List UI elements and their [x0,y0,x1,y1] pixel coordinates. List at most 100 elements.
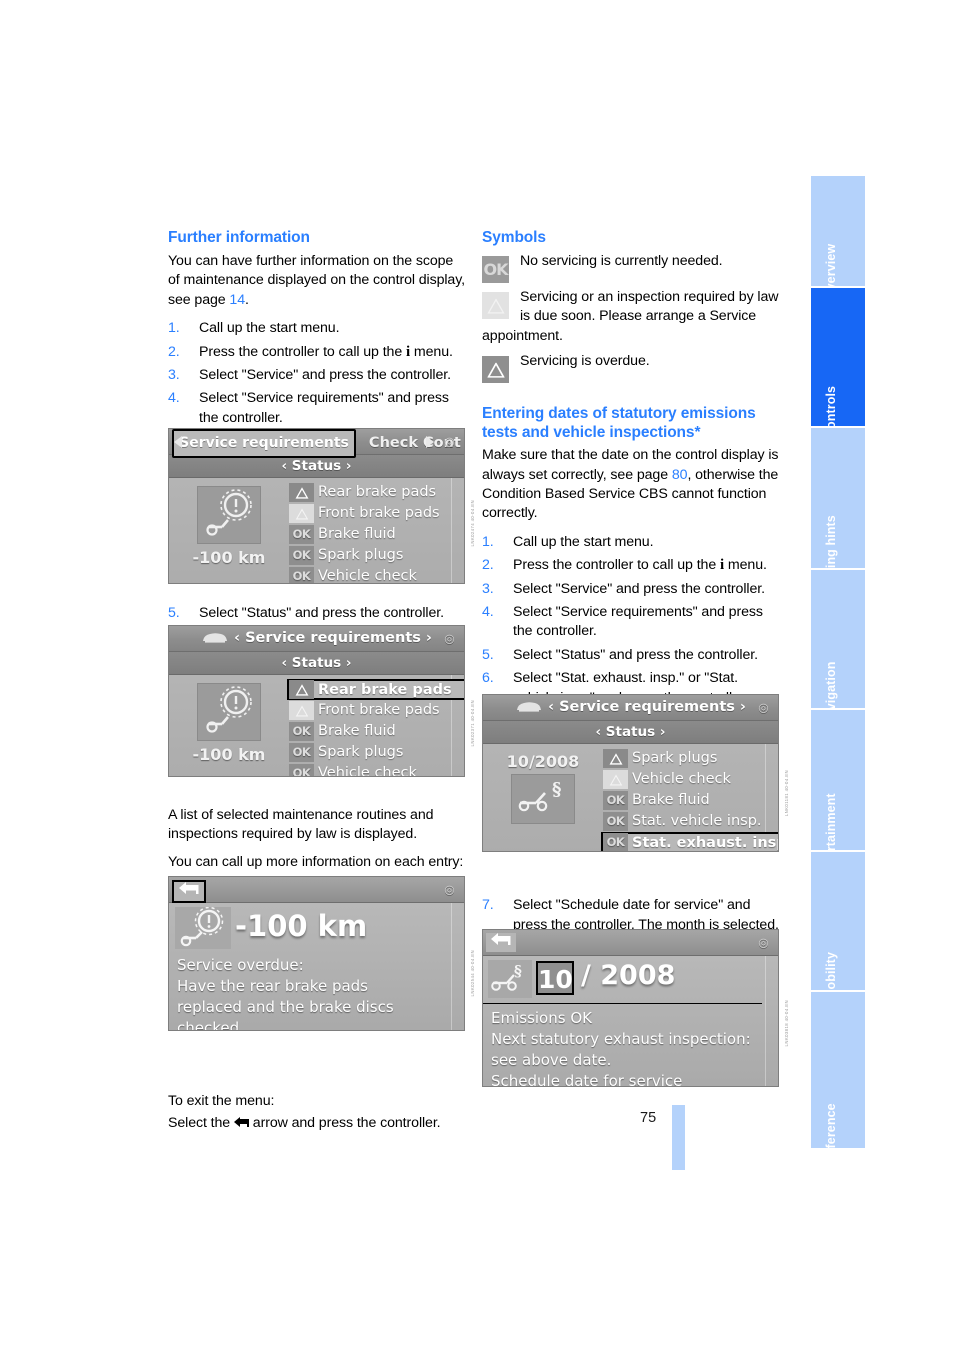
warning-triangle-soft-icon [603,770,628,789]
svg-text:§: § [514,962,522,980]
step-number: 3. [168,367,180,384]
step-text: Call up the start menu. [513,533,654,550]
warning-triangle-soft-icon [289,504,314,523]
figure-service-requirements-tabs: Service requirements Check Cont ◎ ‹ Stat… [168,428,465,584]
step-number: 4. [482,604,494,621]
figure4-left-panel: 10/2008 § [489,752,597,824]
list-item[interactable]: OK Spark plugs [287,545,464,566]
remaining-distance: -100 km [192,548,266,567]
page-number: 75 [640,1110,657,1126]
item-label: Vehicle check [318,765,417,777]
entering-dates-heading: Entering dates of statutory emissions te… [482,405,756,442]
remaining-distance: -100 km [235,909,368,943]
list-item: 2. Press the controller to call up the i … [168,343,465,362]
list-item-selected[interactable]: Rear brake pads [287,679,464,700]
list-item: 3. Select "Service" and press the control… [168,366,465,385]
list-item[interactable]: OK Brake fluid [287,721,464,742]
figure2-statusbar[interactable]: ‹ Status › [169,652,464,675]
step-text: Select "Service requirements" and press … [513,604,763,640]
figure1-content: -100 km Rear brake pads Front brake pads… [169,478,464,584]
info-icon[interactable]: ◎ [754,933,773,952]
list-item[interactable]: OK Vehicle check [287,566,464,584]
item-label: Rear brake pads [318,484,437,500]
list-item[interactable]: Vehicle check [601,769,778,790]
item-label: Brake fluid [318,723,396,739]
info-icon[interactable]: ◎ [754,698,773,717]
paragraph-list-of-routines: A list of selected maintenance routines … [168,806,434,843]
step-number: 3. [482,580,494,597]
month-field-selected[interactable]: 10 [536,961,574,995]
inspection-date: 10/2008 [506,752,580,771]
list-item[interactable]: Front brake pads [287,503,464,524]
step-number: 1. [482,533,494,550]
sidebar-item-navigation[interactable]: Navigation [811,570,865,726]
symbol-row-due-soon: Servicing or an inspection required by l… [482,288,779,346]
step-number: 6. [482,670,494,687]
figure4-content: 10/2008 § Spark plugs Vehicle check OK B… [483,744,778,851]
figure4-title: ‹ Service requirements › [548,699,746,715]
ok-badge-icon: OK [289,525,314,544]
figure1-code: LNK02474 40-04.EN [470,500,475,547]
symbol-description: Servicing or an inspection required by l… [520,289,779,325]
left-arrow-icon[interactable] [174,435,182,448]
exit-menu-line2: Select the arrow and press the controlle… [168,1114,465,1135]
sidebar-item-overview[interactable]: Overview [811,176,865,300]
back-arrow-icon[interactable] [172,880,206,903]
sidebar-item-mobility[interactable]: Mobility [811,852,865,1000]
step-text: Select "Service" and press the controlle… [513,580,765,597]
car-icon [201,628,229,653]
item-label: Vehicle check [318,568,417,584]
year-field[interactable]: / 2008 [581,960,675,991]
item-label: Vehicle check [632,771,731,787]
step-number: 2. [482,557,494,574]
list-item[interactable]: OK Brake fluid [601,790,778,811]
step-text-pre: Press the controller to call up the [199,343,406,360]
car-icon [515,697,543,722]
warning-triangle-hard-icon [289,483,314,502]
message-line: Next statutory exhaust inspection: [491,1030,751,1048]
sidebar-item-controls[interactable]: Controls [811,288,865,438]
manual-page: Further information You can have further… [0,0,954,1351]
symbol-row-ok: OK No servicing is currently needed. [482,252,779,283]
back-arrow-icon[interactable] [486,933,516,952]
page-reference-link-14[interactable]: 14 [229,292,245,308]
item-label: Rear brake pads [318,682,452,698]
symbol-description: No servicing is currently needed. [520,253,723,269]
page-reference-link-80[interactable]: 80 [672,467,688,483]
sidebar-item-entertainment[interactable]: Entertainment [811,710,865,879]
list-item: 5. Select "Status" and press the controll… [482,646,779,665]
statutory-inspection-icon: § [488,960,532,998]
list-item[interactable]: Rear brake pads [287,482,464,503]
message-line: see above date. [491,1051,612,1069]
sidebar-item-driving-hints[interactable]: Driving hints [811,428,865,593]
list-item: 1. Call up the start menu. [168,319,465,338]
info-icon[interactable]: ◎ [440,432,459,451]
item-label: Stat. vehicle insp. [632,813,762,829]
figure1-item-list: Rear brake pads Front brake pads OK Brake… [287,482,464,584]
list-item[interactable]: Front brake pads [287,700,464,721]
list-item[interactable]: OK Brake fluid [287,524,464,545]
intro-text-part2: . [245,291,249,308]
figure1-statusbar[interactable]: ‹ Status › [169,455,464,478]
sidebar-item-reference[interactable]: Reference [811,992,865,1165]
step-number: 2. [168,343,180,360]
symbol-description: Servicing is overdue. [520,353,650,370]
ok-badge-icon: OK [289,546,314,565]
info-icon[interactable]: ◎ [440,880,459,899]
list-item: 4. Select "Service requirements" and pres… [168,389,465,428]
ok-badge-icon: OK [603,812,628,831]
list-item[interactable]: OK Vehicle check [287,763,464,777]
message-line: Have the rear brake pads [177,977,369,995]
tab-service-requirements[interactable]: Service requirements [172,429,356,458]
right-arrow-icon[interactable] [426,435,434,448]
info-icon[interactable]: ◎ [440,629,459,648]
list-item[interactable]: OK Spark plugs [287,742,464,763]
list-item[interactable]: OK Stat. vehicle insp. [601,811,778,832]
figure4-statusbar[interactable]: ‹ Status › [483,721,778,744]
left-step-list: 1. Call up the start menu. 2. Press the co… [168,319,465,428]
left-step-list-continued: 5. Select "Status" and press the controll… [168,604,465,623]
figure4-titlebar: ‹ Service requirements › ◎ [483,695,778,721]
list-item-selected[interactable]: OK Stat. exhaust. insp. [601,832,778,851]
list-item[interactable]: Spark plugs [601,748,778,769]
page-title-further-information: Further information [168,229,310,246]
